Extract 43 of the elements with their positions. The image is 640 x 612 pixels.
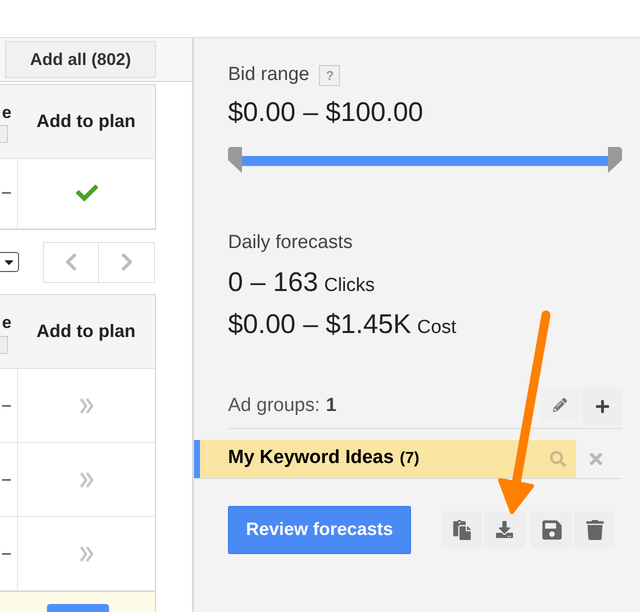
bid-range-value: $0.00 – $100.00 (228, 96, 424, 128)
trash-icon (584, 520, 604, 540)
ad-group-name: My Keyword Ideas (228, 446, 394, 470)
next-page-button[interactable] (99, 242, 155, 283)
column-header: Add to plan (36, 320, 136, 344)
column-header: Add to plan (36, 110, 136, 133)
column-header: e (2, 102, 12, 124)
help-icon[interactable] (0, 125, 8, 144)
pencil-icon (553, 398, 567, 412)
slider-handle[interactable] (608, 147, 622, 173)
help-icon[interactable] (0, 336, 8, 354)
table-cell-text: – (2, 183, 11, 204)
double-chevron-icon[interactable] (78, 470, 94, 489)
plus-icon (594, 399, 610, 414)
clicks-value: 0 – 163 (228, 266, 318, 298)
add-all-button[interactable]: Add all (802) (5, 40, 156, 78)
cost-value: $0.00 – $1.45K (228, 308, 412, 341)
dropdown-button[interactable] (0, 252, 19, 272)
paste-button[interactable] (441, 511, 482, 548)
download-button[interactable] (484, 511, 525, 548)
add-button[interactable] (582, 388, 622, 425)
ad-group-count: (7) (400, 448, 420, 468)
bid-range-label: Bid range (228, 63, 310, 87)
previous-page-button[interactable] (43, 242, 99, 283)
table-cell-text: – (2, 470, 11, 490)
ad-groups-count: 1 (326, 394, 336, 418)
download-icon (496, 521, 513, 538)
slider-handle[interactable] (228, 147, 242, 173)
double-chevron-icon[interactable] (78, 396, 94, 415)
delete-button[interactable] (574, 511, 615, 548)
table-cell-text: – (2, 544, 11, 564)
cost-unit: Cost (417, 316, 456, 340)
clipboard-icon (452, 520, 472, 540)
save-button[interactable] (531, 511, 572, 548)
daily-forecasts-label: Daily forecasts (228, 231, 354, 255)
slider-track[interactable] (242, 156, 608, 166)
table-cell-text: – (2, 396, 11, 416)
double-chevron-icon[interactable] (78, 544, 94, 563)
clicks-unit: Clicks (324, 274, 375, 298)
search-icon[interactable] (550, 450, 566, 466)
ad-groups-label: Ad groups: (228, 394, 320, 418)
column-header: e (2, 312, 12, 334)
ad-group-item[interactable]: My Keyword Ideas (7) (194, 440, 576, 478)
